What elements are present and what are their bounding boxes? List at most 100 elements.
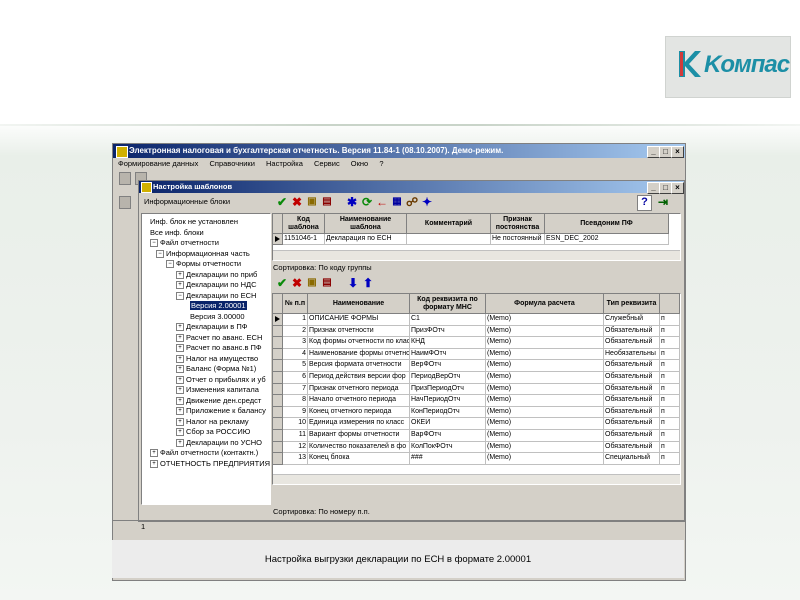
table-cell[interactable]: НаимФОтч (410, 348, 486, 361)
table-cell[interactable]: Код формы отчетности по клас (308, 337, 410, 349)
table-cell[interactable]: 3 (283, 337, 308, 349)
table-cell[interactable]: (Memo) (486, 314, 604, 326)
child-close-button[interactable]: × (671, 182, 684, 194)
expand-icon[interactable]: + (176, 396, 184, 405)
table-cell[interactable]: Обязательный (604, 395, 660, 407)
collapse-icon[interactable]: − (156, 249, 164, 258)
arrow-left-icon[interactable]: ← (376, 196, 388, 208)
row-header[interactable] (273, 234, 283, 245)
column-header[interactable]: Тип реквизита (604, 294, 660, 314)
table-cell[interactable]: (Memo) (486, 453, 604, 465)
table-cell[interactable]: ОКЕИ (410, 418, 486, 430)
table-cell[interactable]: Обязательный (604, 418, 660, 430)
table-cell[interactable]: п (660, 337, 680, 349)
collapse-icon[interactable]: − (176, 291, 184, 300)
table-cell[interactable]: 1151046-1 (283, 234, 325, 245)
table-cell[interactable]: Признак отчетного периода (308, 383, 410, 396)
table-cell[interactable]: Период действия версии фор (308, 372, 410, 384)
close-button[interactable]: × (671, 146, 684, 158)
table-cell[interactable]: Версия формата отчетности (308, 360, 410, 372)
table-cell[interactable]: Обязательный (604, 441, 660, 454)
expand-icon[interactable]: + (176, 333, 184, 342)
users-icon[interactable]: ☍ (406, 196, 418, 208)
table-cell[interactable]: (Memo) (486, 348, 604, 361)
table-cell[interactable]: Служебный (604, 314, 660, 326)
table-cell[interactable]: (Memo) (486, 360, 604, 372)
table-cell[interactable]: Декларация по ЕСН (325, 234, 407, 245)
table-cell[interactable]: 5 (283, 360, 308, 372)
table-cell[interactable]: п (660, 430, 680, 442)
tree-node[interactable]: + Файл отчетности (контактн.) (150, 448, 258, 458)
expand-icon[interactable]: + (176, 281, 184, 290)
table-cell[interactable]: Специальный (604, 453, 660, 465)
expand-icon[interactable]: + (150, 449, 158, 458)
tree-node[interactable]: + Отчет о прибылях и уб (176, 375, 266, 384)
table-cell[interactable]: (Memo) (486, 372, 604, 384)
table-cell[interactable]: Наименование формы отчетно (308, 348, 410, 361)
table-cell[interactable]: Конец отчетного периода (308, 406, 410, 419)
table-cell[interactable]: п (660, 395, 680, 407)
column-header[interactable]: Псевдоним ПФ (545, 214, 669, 234)
row-header[interactable] (273, 360, 283, 372)
table-cell[interactable]: п (660, 314, 680, 326)
table-cell[interactable]: ОПИСАНИЕ ФОРМЫ (308, 314, 410, 326)
expand-icon[interactable]: + (176, 323, 184, 332)
row-header[interactable] (273, 441, 283, 454)
row-header[interactable] (273, 395, 283, 407)
table-cell[interactable]: п (660, 406, 680, 419)
tree-node[interactable]: − Формы отчетности (166, 259, 241, 269)
table-cell[interactable]: 2 (283, 325, 308, 338)
table-cell[interactable]: КолПокФОтч (410, 441, 486, 454)
menu-item-help[interactable]: ? (379, 159, 383, 168)
table-cell[interactable]: ESN_DEC_2002 (545, 234, 669, 245)
tree-node[interactable]: + Налог на рекламу (176, 417, 249, 426)
table-cell[interactable]: Обязательный (604, 383, 660, 396)
move-down-icon[interactable]: ⬇ (347, 277, 359, 289)
tree-node[interactable]: + ОТЧЕТНОСТЬ ПРЕДПРИЯТИЯ (150, 459, 270, 468)
row-header[interactable] (273, 383, 283, 396)
column-header-extra[interactable] (660, 294, 680, 314)
expand-icon[interactable]: + (176, 407, 184, 416)
table-cell[interactable]: п (660, 325, 680, 338)
table-cell[interactable]: (Memo) (486, 406, 604, 419)
table-cell[interactable]: (Memo) (486, 418, 604, 430)
row-header[interactable] (273, 430, 283, 442)
column-header[interactable]: № п.п (283, 294, 308, 314)
table-cell[interactable]: п (660, 372, 680, 384)
table-cell[interactable]: ПризПериодОтч (410, 383, 486, 396)
tree-node[interactable]: + Декларации по приб (176, 270, 257, 279)
row-header[interactable] (273, 325, 283, 338)
move-up-icon[interactable]: ⬆ (362, 277, 374, 289)
refresh-icon[interactable]: ⟳ (361, 196, 373, 208)
table-cell[interactable]: 12 (283, 441, 308, 454)
table-cell[interactable]: Начало отчетного периода (308, 395, 410, 407)
fields-confirm-icon[interactable]: ✔ (276, 277, 288, 289)
tree-node[interactable]: + Декларации в ПФ (176, 322, 247, 332)
table-cell[interactable]: 6 (283, 372, 308, 384)
table-cell[interactable]: ВерФОтч (410, 360, 486, 372)
table-cell[interactable]: (Memo) (486, 325, 604, 338)
column-header[interactable]: Код шаблона (283, 214, 325, 234)
table-cell[interactable]: (Memo) (486, 430, 604, 442)
row-header[interactable] (273, 348, 283, 361)
copy-icon[interactable]: ▣ (306, 196, 318, 208)
expand-icon[interactable]: + (176, 417, 184, 426)
table-cell[interactable]: КНД (410, 337, 486, 349)
tree-node[interactable]: + Сбор за РОССИЮ (176, 427, 250, 437)
table-cell[interactable]: 8 (283, 395, 308, 407)
row-header[interactable] (273, 372, 283, 384)
toolbar-calc-icon[interactable] (119, 172, 131, 185)
fields-copy-icon[interactable]: ▣ (306, 277, 318, 289)
expand-icon[interactable]: + (176, 428, 184, 437)
fields-export-icon[interactable]: ▤ (321, 277, 333, 289)
exit-icon[interactable]: ⇥ (657, 196, 669, 208)
tree-node[interactable]: − Информационная часть (156, 249, 250, 258)
tree-node[interactable]: + Налог на имущество (176, 354, 258, 363)
column-header[interactable]: Признак постоянства (491, 214, 545, 234)
table-cell[interactable]: Признак отчетности (308, 325, 410, 338)
tree-node[interactable]: Версия 3.00000 (190, 312, 245, 321)
table-cell[interactable]: Не постоянный (491, 234, 545, 245)
table-cell[interactable]: ### (410, 453, 486, 465)
table-cell[interactable]: НачПериодОтч (410, 395, 486, 407)
cancel-icon[interactable]: ✖ (291, 196, 303, 208)
